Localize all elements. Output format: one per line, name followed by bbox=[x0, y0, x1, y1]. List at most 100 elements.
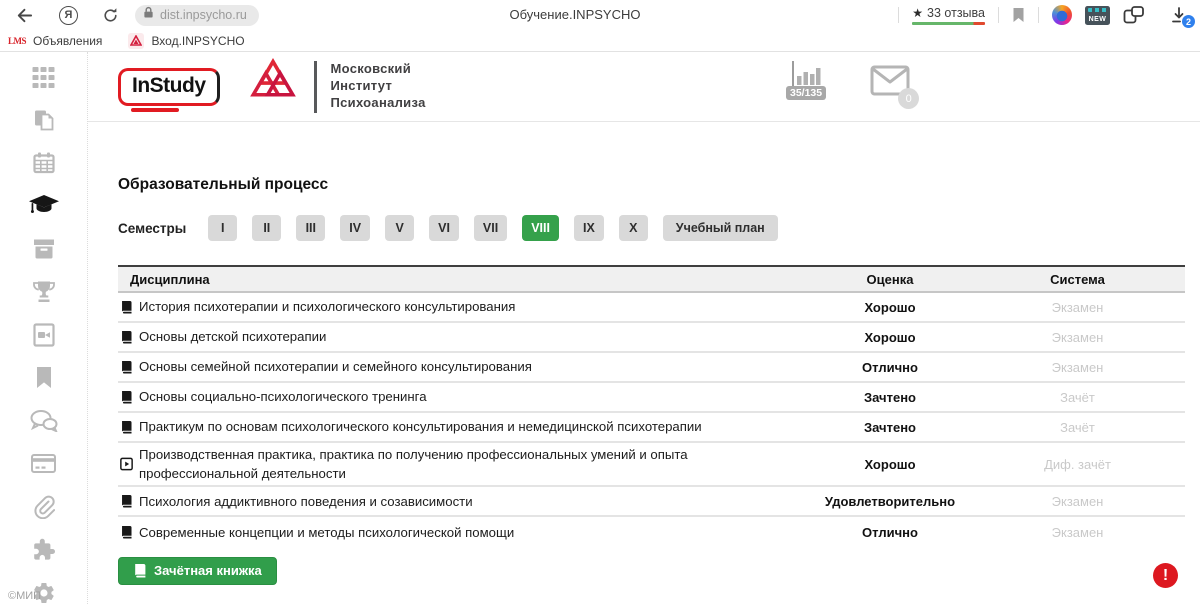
semester-tab-VII[interactable]: VII bbox=[474, 215, 507, 241]
main-content: InStudy Московский Институт Психоанализа bbox=[88, 52, 1200, 604]
documents-icon bbox=[32, 108, 56, 137]
reload-icon[interactable] bbox=[102, 7, 119, 24]
copyright: ©МИП bbox=[8, 590, 41, 602]
study-plan-button[interactable]: Учебный план bbox=[663, 215, 778, 241]
yandex-profile-icon[interactable]: Я bbox=[59, 6, 78, 25]
new-extension-icon[interactable]: NEW bbox=[1085, 6, 1110, 25]
tab-groups-icon[interactable] bbox=[1123, 5, 1145, 25]
semester-tab-IV[interactable]: IV bbox=[340, 215, 370, 241]
semester-tab-I[interactable]: I bbox=[208, 215, 237, 241]
extension-orb-icon[interactable] bbox=[1052, 5, 1072, 25]
discipline-name: Практикум по основам психологического ко… bbox=[139, 417, 702, 436]
sidebar-item-grid[interactable] bbox=[0, 66, 87, 92]
system-value: Зачёт bbox=[970, 390, 1185, 405]
system-value: Экзамен bbox=[970, 525, 1185, 540]
archive-box-icon bbox=[32, 238, 56, 265]
sidebar-item-archive-box[interactable] bbox=[0, 238, 87, 264]
divider bbox=[898, 7, 899, 23]
book-icon bbox=[120, 420, 133, 434]
sidebar-item-documents[interactable] bbox=[0, 109, 87, 135]
discipline-name: Основы социально-психологического тренин… bbox=[139, 387, 427, 406]
sidebar-item-credit-card[interactable] bbox=[0, 453, 87, 479]
credit-card-icon bbox=[31, 454, 56, 478]
table-row[interactable]: История психотерапии и психологического … bbox=[118, 293, 1185, 323]
system-value: Экзамен bbox=[970, 360, 1185, 375]
gradebook-button[interactable]: Зачётная книжка bbox=[118, 557, 277, 585]
header-stats: 35/135 0 bbox=[786, 59, 910, 101]
sidebar-item-bookmark[interactable] bbox=[0, 367, 87, 393]
trophy-icon bbox=[32, 280, 56, 309]
bookmark-icon bbox=[34, 366, 54, 395]
sidebar-item-puzzle[interactable] bbox=[0, 539, 87, 565]
divider bbox=[314, 61, 317, 113]
system-value: Экзамен bbox=[970, 494, 1185, 509]
table-row[interactable]: Современные концепции и методы психологи… bbox=[118, 517, 1185, 547]
table-row[interactable]: Основы семейной психотерапии и семейного… bbox=[118, 353, 1185, 383]
semesters-label: Семестры bbox=[118, 221, 186, 236]
divider bbox=[1038, 7, 1039, 23]
table-row[interactable]: Практикум по основам психологического ко… bbox=[118, 413, 1185, 443]
browser-window: Я dist.inpsycho.ru Обучение.INPSYCHO ★ 3… bbox=[0, 0, 1200, 604]
puzzle-icon bbox=[32, 538, 56, 567]
bookmarks-bar: LMS Объявления Вход.INPSYCHO bbox=[0, 30, 1200, 52]
semester-tab-III[interactable]: III bbox=[296, 215, 325, 241]
semesters-row: Семестры IIIIIIIVVVIVIIVIIIIXX Учебный п… bbox=[118, 215, 1185, 241]
semester-tab-II[interactable]: II bbox=[252, 215, 281, 241]
book-icon bbox=[120, 494, 133, 508]
system-value: Экзамен bbox=[970, 300, 1185, 315]
semester-tab-V[interactable]: V bbox=[385, 215, 414, 241]
semester-tab-VI[interactable]: VI bbox=[429, 215, 459, 241]
mail-count-badge: 0 bbox=[898, 88, 919, 109]
site-header: InStudy Московский Институт Психоанализа bbox=[88, 52, 1200, 122]
table-row[interactable]: Основы детской психотерапииХорошоЭкзамен bbox=[118, 323, 1185, 353]
downloads-badge: 2 bbox=[1182, 15, 1195, 28]
calendar-icon bbox=[32, 151, 56, 180]
instudy-logo[interactable]: InStudy bbox=[118, 68, 220, 106]
video-file-icon bbox=[33, 323, 55, 352]
page-title: Образовательный процесс bbox=[118, 176, 1185, 194]
sidebar-item-paperclip[interactable] bbox=[0, 496, 87, 522]
grade-value: Зачтено bbox=[810, 420, 970, 435]
url-text: dist.inpsycho.ru bbox=[160, 8, 247, 22]
graduation-cap-icon bbox=[29, 195, 59, 222]
reviews-widget[interactable]: ★ 33 отзыва bbox=[912, 6, 985, 25]
sidebar-item-video-file[interactable] bbox=[0, 324, 87, 350]
bookmark-item-lms[interactable]: LMS Объявления bbox=[8, 34, 102, 48]
error-alert-icon[interactable]: ! bbox=[1153, 563, 1178, 588]
sidebar-item-graduation-cap[interactable] bbox=[0, 195, 87, 221]
sidebar-item-calendar[interactable] bbox=[0, 152, 87, 178]
discipline-name: Основы детской психотерапии bbox=[139, 327, 326, 346]
discipline-name: Основы семейной психотерапии и семейного… bbox=[139, 357, 532, 376]
discipline-name: Психология аддиктивного поведения и соза… bbox=[139, 492, 473, 511]
sidebar-item-trophy[interactable] bbox=[0, 281, 87, 307]
column-discipline: Дисциплина bbox=[118, 272, 810, 287]
institute-name: Московский Институт Психоанализа bbox=[331, 61, 426, 112]
paperclip-icon bbox=[33, 495, 55, 524]
discipline-name: Современные концепции и методы психологи… bbox=[139, 523, 514, 542]
semester-tab-VIII[interactable]: VIII bbox=[522, 215, 559, 241]
progress-stats-widget[interactable]: 35/135 bbox=[786, 59, 826, 101]
downloads-icon[interactable]: 2 bbox=[1170, 6, 1188, 24]
bookmark-item-inpsycho[interactable]: Вход.INPSYCHO bbox=[128, 33, 244, 49]
table-row[interactable]: Психология аддиктивного поведения и соза… bbox=[118, 487, 1185, 517]
sidebar-item-chat[interactable] bbox=[0, 410, 87, 436]
mail-widget[interactable]: 0 bbox=[870, 65, 910, 101]
grade-value: Отлично bbox=[810, 360, 970, 375]
address-bar[interactable]: dist.inpsycho.ru bbox=[135, 5, 259, 26]
mip-favicon-icon bbox=[128, 33, 144, 49]
semester-tab-X[interactable]: X bbox=[619, 215, 648, 241]
reviews-rating-bar bbox=[912, 22, 985, 25]
grid-icon bbox=[31, 66, 56, 93]
book-icon bbox=[120, 390, 133, 404]
column-grade: Оценка bbox=[810, 272, 970, 287]
semester-tab-IX[interactable]: IX bbox=[574, 215, 604, 241]
back-icon[interactable] bbox=[14, 6, 33, 25]
table-row[interactable]: Производственная практика, практика по п… bbox=[118, 443, 1185, 487]
mip-triangles-logo-icon bbox=[246, 58, 300, 115]
table-header: Дисциплина Оценка Система bbox=[118, 265, 1185, 293]
book-icon bbox=[120, 330, 133, 344]
play-icon bbox=[120, 457, 133, 471]
book-icon bbox=[120, 300, 133, 314]
table-row[interactable]: Основы социально-психологического тренин… bbox=[118, 383, 1185, 413]
bookmark-flag-icon[interactable] bbox=[1012, 7, 1025, 23]
